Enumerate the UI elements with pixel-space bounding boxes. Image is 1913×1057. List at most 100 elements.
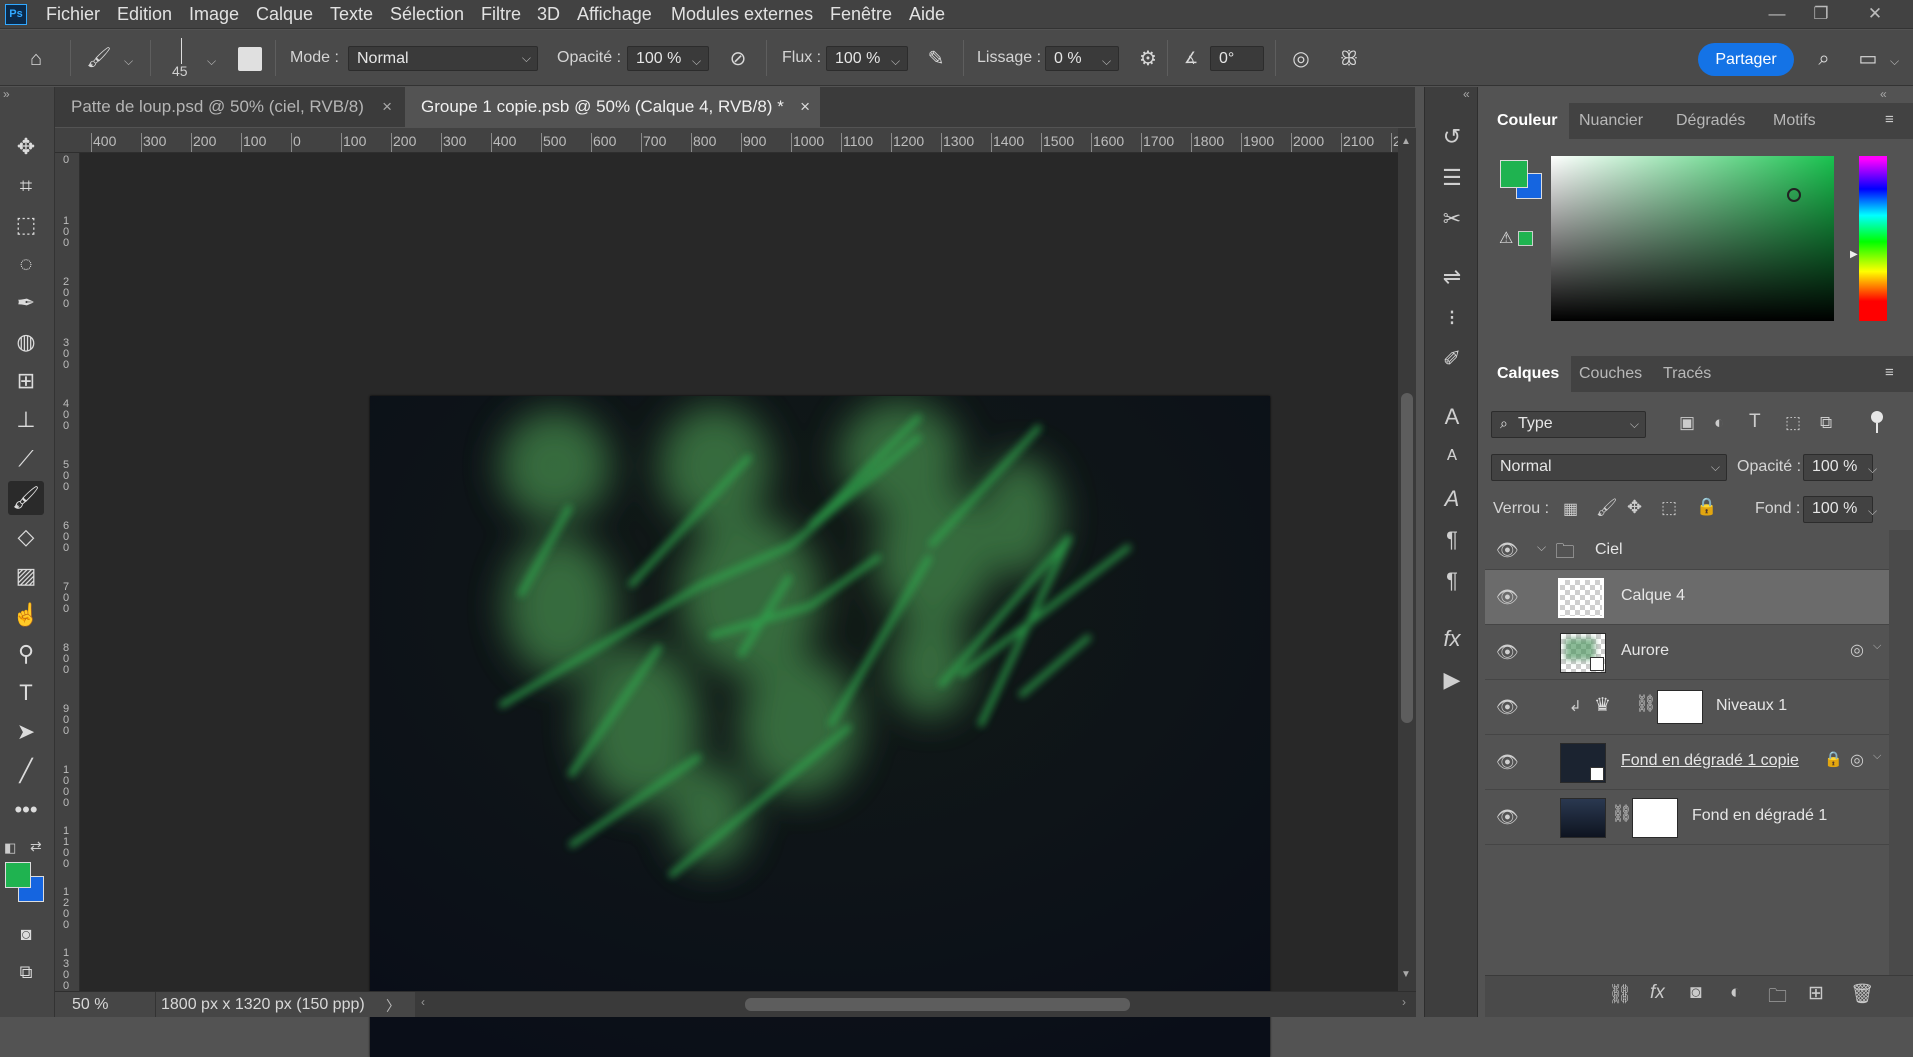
hue-slider[interactable] (1859, 156, 1887, 321)
clone-stamp-tool-icon[interactable]: ⊥ (8, 403, 44, 437)
chevron-down-icon[interactable]: ⌵ (692, 54, 701, 69)
smart-filter-icon[interactable]: ◎ (1850, 750, 1864, 770)
collapse-arrows-icon[interactable]: « (1880, 87, 1887, 101)
gear-icon[interactable]: ⚙ (1134, 45, 1162, 73)
layer-style-fx-icon[interactable]: fx (1650, 982, 1665, 1004)
properties-icon[interactable]: ⇌ (1437, 262, 1467, 292)
chevron-down-icon[interactable]: ⌵ (1868, 462, 1877, 477)
tab-traces[interactable]: Tracés (1651, 356, 1723, 392)
character-icon[interactable]: A (1437, 402, 1467, 432)
adjustments-icon[interactable]: ☰ (1437, 163, 1467, 193)
path-selection-tool-icon[interactable]: ➤ (8, 715, 44, 749)
lock-position-icon[interactable]: ✥ (1627, 497, 1642, 518)
crop-tool-icon[interactable]: ⌗ (8, 169, 44, 203)
chevron-down-icon[interactable]: ⌵ (124, 54, 133, 69)
workspace-icon[interactable]: ▭ (1854, 45, 1882, 73)
menu-aide[interactable]: Aide (909, 4, 945, 25)
paragraph-styles-icon[interactable]: ¶ (1437, 566, 1467, 596)
layer-filter-select[interactable]: ⌕ Type ⌵ (1491, 411, 1646, 438)
new-group-folder-icon[interactable]: 🗀 (1768, 982, 1787, 1014)
new-adjustment-layer-icon[interactable]: ◐ (1730, 982, 1741, 1004)
out-of-gamut-warning-icon[interactable]: ⚠ (1499, 228, 1513, 248)
swap-colors-icon[interactable]: ⇄ (30, 838, 42, 855)
document-canvas[interactable] (370, 396, 1270, 1057)
visibility-eye-icon[interactable]: 👁 (1496, 587, 1519, 608)
visibility-eye-icon[interactable]: 👁 (1496, 752, 1519, 773)
close-tab-icon[interactable]: × (382, 87, 392, 127)
scroll-left-icon[interactable]: ‹ (421, 995, 425, 1009)
lock-artboard-icon[interactable]: ⬚ (1661, 498, 1677, 518)
line-tool-icon[interactable]: ╱ (8, 754, 44, 788)
visibility-eye-icon[interactable]: 👁 (1496, 807, 1519, 828)
layer-row-fond-degrade-1[interactable]: 👁 ⛓ Fond en dégradé 1 (1485, 790, 1889, 845)
layer-row-calque-4[interactable]: 👁 Calque 4 (1485, 570, 1889, 625)
filter-adjustment-icon[interactable]: ◐ (1714, 413, 1724, 433)
minimize-button[interactable]: — (1755, 0, 1799, 29)
type-tool-icon[interactable]: T (8, 676, 44, 710)
smudge-tool-icon[interactable]: ☝ (8, 598, 44, 632)
layer-row-niveaux-1[interactable]: 👁 ↲ ♛ ⛓ Niveaux 1 (1485, 680, 1889, 735)
symmetry-butterfly-icon[interactable]: ꕥ (1335, 45, 1363, 73)
collapse-arrows-icon[interactable]: » (3, 87, 10, 101)
chevron-down-icon[interactable]: ⌵ (1890, 54, 1899, 69)
restore-button[interactable]: ❐ (1799, 0, 1843, 29)
dodge-tool-icon[interactable]: ⚲ (8, 637, 44, 671)
lock-transparency-icon[interactable]: ▦ (1563, 499, 1578, 519)
tab-motifs[interactable]: Motifs (1761, 103, 1828, 139)
filter-toggle-icon[interactable] (1871, 411, 1883, 423)
layer-mask-thumbnail[interactable] (1657, 690, 1703, 724)
menu-filtre[interactable]: Filtre (481, 4, 521, 25)
mode-select[interactable]: Normal ⌵ (348, 46, 538, 71)
scroll-down-icon[interactable]: ▼ (1401, 969, 1411, 980)
brush-preset-icon[interactable]: 🖌 (85, 44, 113, 72)
angle-field[interactable]: 0° (1210, 46, 1264, 71)
hue-slider-handle[interactable]: ▶ (1850, 249, 1858, 260)
scrollbar-thumb[interactable] (745, 998, 1130, 1011)
pressure-opacity-icon[interactable]: ⊘ (724, 45, 752, 73)
chevron-down-icon[interactable]: ⌵ (1873, 750, 1881, 763)
smart-filter-icon[interactable]: ◎ (1850, 640, 1864, 660)
layer-row-aurore[interactable]: 👁 Aurore ◎ ⌵ (1485, 625, 1889, 680)
scrollbar-thumb[interactable] (1401, 393, 1413, 723)
layer-row-fond-degrade-1-copie[interactable]: 👁 Fond en dégradé 1 copie 🔒 ◎ ⌵ (1485, 735, 1889, 790)
gamut-swatch[interactable] (1518, 231, 1533, 246)
chevron-down-icon[interactable]: ⌵ (1873, 640, 1881, 653)
brushes-icon[interactable]: ✐ (1437, 344, 1467, 374)
lasso-tool-icon[interactable]: ◌ (8, 247, 44, 281)
scroll-right-icon[interactable]: › (1402, 995, 1406, 1009)
search-icon[interactable]: ⌕ (1810, 45, 1838, 73)
chain-link-icon[interactable]: ⛓ (1611, 804, 1633, 824)
quick-selection-tool-icon[interactable]: ◍ (8, 325, 44, 359)
blend-mode-select[interactable]: Normal ⌵ (1491, 454, 1727, 481)
move-tool-icon[interactable]: ✥ (8, 130, 44, 164)
frame-tool-icon[interactable]: ⊞ (8, 364, 44, 398)
chevron-down-icon[interactable]: ⌵ (891, 54, 900, 69)
menu-edition[interactable]: Edition (117, 4, 172, 25)
history-icon[interactable]: ↺ (1437, 122, 1467, 152)
foreground-color-swatch[interactable] (5, 862, 31, 888)
horizontal-scrollbar[interactable]: ‹ › (415, 992, 1416, 1017)
quick-mask-icon[interactable]: ◙ (8, 917, 44, 951)
pressure-size-icon[interactable]: ◎ (1287, 45, 1315, 73)
vertical-scrollbar[interactable]: ▲ ▼ (1398, 128, 1416, 991)
character-styles-icon[interactable]: ᴬ (1437, 443, 1467, 473)
tab-patte-de-loup[interactable]: Patte de loup.psd @ 50% (ciel, RVB/8) × (55, 87, 402, 127)
brush-settings-icon[interactable] (238, 47, 262, 71)
chevron-down-icon[interactable]: ⌵ (1102, 54, 1111, 69)
menu-affichage[interactable]: Affichage (577, 4, 652, 25)
default-colors-icon[interactable]: ◧ (4, 840, 16, 856)
tab-nuancier[interactable]: Nuancier (1567, 103, 1655, 139)
styles-fx-icon[interactable]: fx (1437, 624, 1467, 654)
lock-all-icon[interactable]: 🔒 (1696, 497, 1717, 517)
filter-shape-icon[interactable]: ⬚ (1785, 413, 1801, 433)
tab-couches[interactable]: Couches (1567, 356, 1654, 392)
new-layer-icon[interactable]: ⊞ (1808, 982, 1824, 1005)
menu-selection[interactable]: Sélection (390, 4, 464, 25)
home-icon[interactable]: ⌂ (22, 45, 50, 73)
tab-couleur[interactable]: Couleur (1485, 103, 1570, 139)
color-picker-cursor[interactable] (1787, 188, 1801, 202)
scroll-up-icon[interactable]: ▲ (1401, 136, 1411, 147)
fill-field[interactable]: 100 % (1803, 496, 1873, 523)
filter-smart-object-icon[interactable]: ⧉ (1820, 413, 1832, 433)
visibility-eye-icon[interactable]: 👁 (1496, 642, 1519, 663)
